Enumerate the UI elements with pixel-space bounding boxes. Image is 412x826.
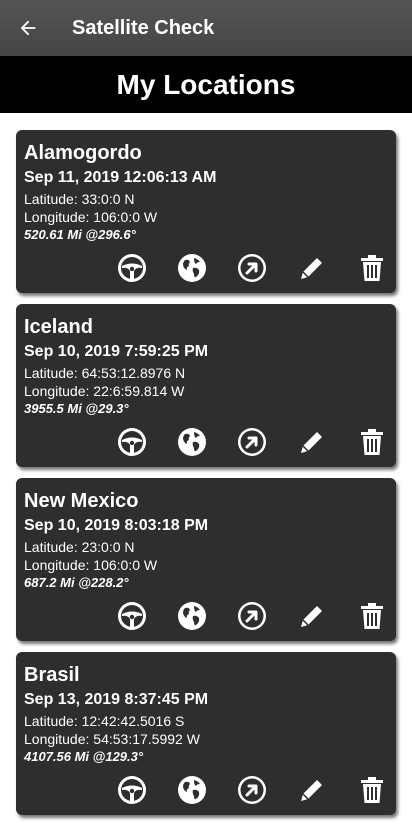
pencil-icon (296, 600, 328, 637)
steering-wheel-icon (116, 774, 148, 811)
location-distance: 4107.56 Mi @129.3° (24, 749, 144, 764)
location-latitude: Latitude: 64:53:12.8976 N (24, 365, 186, 381)
card-actions (116, 600, 388, 637)
location-latitude: Latitude: 12:42:42.5016 S (24, 713, 185, 729)
map-button[interactable] (176, 774, 208, 811)
navigate-arrow-icon (236, 426, 268, 463)
location-name: New Mexico (24, 490, 139, 512)
edit-button[interactable] (296, 776, 328, 808)
map-button[interactable] (176, 600, 208, 637)
trash-icon (356, 774, 388, 811)
pencil-icon (296, 252, 328, 289)
globe-icon (176, 774, 208, 811)
location-card[interactable]: New Mexico Sep 10, 2019 8:03:18 PM Latit… (16, 478, 396, 641)
drive-button[interactable] (116, 426, 148, 463)
drive-button[interactable] (116, 774, 148, 811)
location-longitude: Longitude: 106:0:0 W (24, 557, 158, 573)
delete-button[interactable] (356, 254, 388, 286)
location-distance: 3955.5 Mi @29.3° (24, 401, 129, 416)
app-bar: Satellite Check (0, 0, 412, 56)
navigate-arrow-icon (236, 252, 268, 289)
steering-wheel-icon (116, 600, 148, 637)
location-card[interactable]: Iceland Sep 10, 2019 7:59:25 PM Latitude… (16, 304, 396, 467)
globe-icon (176, 600, 208, 637)
edit-button[interactable] (296, 254, 328, 286)
navigate-arrow-icon (236, 600, 268, 637)
delete-button[interactable] (356, 602, 388, 634)
arrow-left-icon (20, 20, 36, 36)
navigate-button[interactable] (236, 426, 268, 463)
navigate-button[interactable] (236, 774, 268, 811)
navigate-arrow-icon (236, 774, 268, 811)
map-button[interactable] (176, 426, 208, 463)
app-title: Satellite Check (72, 16, 215, 39)
navigate-button[interactable] (236, 600, 268, 637)
delete-button[interactable] (356, 428, 388, 460)
globe-icon (176, 252, 208, 289)
pencil-icon (296, 426, 328, 463)
card-actions (116, 774, 388, 811)
back-button[interactable] (0, 0, 56, 56)
trash-icon (356, 600, 388, 637)
location-distance: 520.61 Mi @296.6° (24, 227, 136, 242)
location-name: Iceland (24, 316, 93, 338)
delete-button[interactable] (356, 776, 388, 808)
card-actions (116, 426, 388, 463)
location-distance: 687.2 Mi @228.2° (24, 575, 129, 590)
drive-button[interactable] (116, 252, 148, 289)
location-longitude: Longitude: 22:6:59.814 W (24, 383, 185, 399)
trash-icon (356, 252, 388, 289)
navigate-button[interactable] (236, 252, 268, 289)
drive-button[interactable] (116, 600, 148, 637)
location-latitude: Latitude: 33:0:0 N (24, 191, 135, 207)
location-latitude: Latitude: 23:0:0 N (24, 539, 135, 555)
location-card[interactable]: Brasil Sep 13, 2019 8:37:45 PM Latitude:… (16, 652, 396, 815)
card-actions (116, 252, 388, 289)
location-date: Sep 10, 2019 7:59:25 PM (24, 343, 209, 360)
steering-wheel-icon (116, 426, 148, 463)
location-name: Brasil (24, 664, 80, 686)
globe-icon (176, 426, 208, 463)
edit-button[interactable] (296, 602, 328, 634)
steering-wheel-icon (116, 252, 148, 289)
location-card[interactable]: Alamogordo Sep 11, 2019 12:06:13 AM Lati… (16, 130, 396, 293)
location-date: Sep 10, 2019 8:03:18 PM (24, 517, 209, 534)
locations-list: Alamogordo Sep 11, 2019 12:06:13 AM Lati… (16, 130, 396, 826)
map-button[interactable] (176, 252, 208, 289)
location-longitude: Longitude: 106:0:0 W (24, 209, 158, 225)
location-longitude: Longitude: 54:53:17.5992 W (24, 731, 200, 747)
pencil-icon (296, 774, 328, 811)
edit-button[interactable] (296, 428, 328, 460)
location-date: Sep 11, 2019 12:06:13 AM (24, 169, 217, 186)
location-date: Sep 13, 2019 8:37:45 PM (24, 691, 209, 708)
page-title: My Locations (0, 56, 412, 113)
trash-icon (356, 426, 388, 463)
location-name: Alamogordo (24, 142, 142, 164)
